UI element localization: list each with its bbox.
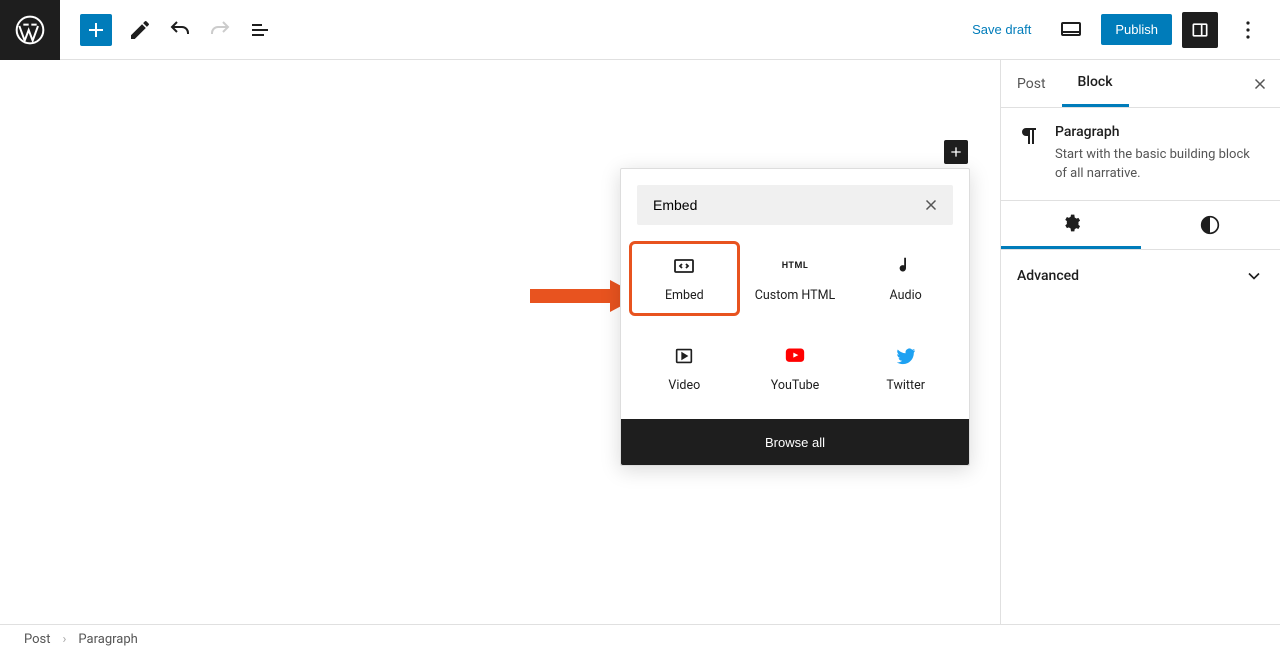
block-option-label: YouTube bbox=[771, 378, 820, 393]
block-option-label: Twitter bbox=[886, 378, 925, 393]
subtab-styles[interactable] bbox=[1141, 201, 1280, 249]
block-option-label: Video bbox=[668, 378, 700, 393]
block-inserter-popover: Embed HTML Custom HTML Audio Vide bbox=[620, 168, 970, 466]
breadcrumb-current[interactable]: Paragraph bbox=[78, 632, 137, 647]
block-results-grid: Embed HTML Custom HTML Audio Vide bbox=[621, 241, 969, 419]
plus-icon bbox=[948, 144, 964, 160]
kebab-icon bbox=[1236, 18, 1260, 42]
toolbar-left bbox=[60, 10, 280, 50]
block-description: Start with the basic building block of a… bbox=[1055, 146, 1264, 184]
pencil-icon bbox=[128, 18, 152, 42]
redo-button[interactable] bbox=[200, 10, 240, 50]
toolbar-right: Save draft Publish bbox=[962, 10, 1280, 50]
gear-icon bbox=[1061, 213, 1081, 233]
publish-button[interactable]: Publish bbox=[1101, 14, 1172, 45]
more-options-button[interactable] bbox=[1228, 10, 1268, 50]
document-overview-button[interactable] bbox=[240, 10, 280, 50]
accordion-label: Advanced bbox=[1017, 268, 1079, 284]
block-title: Paragraph bbox=[1055, 124, 1264, 140]
block-search-row bbox=[637, 185, 953, 225]
breadcrumb-root[interactable]: Post bbox=[24, 632, 51, 647]
paragraph-icon bbox=[1017, 124, 1041, 148]
block-option-embed[interactable]: Embed bbox=[629, 241, 740, 316]
breadcrumb-separator: › bbox=[63, 632, 67, 647]
sidebar-panel-icon bbox=[1190, 20, 1210, 40]
contrast-icon bbox=[1200, 215, 1220, 235]
audio-icon bbox=[894, 254, 918, 278]
chevron-down-icon bbox=[1244, 266, 1264, 286]
block-option-video[interactable]: Video bbox=[629, 334, 740, 403]
settings-toggle-button[interactable] bbox=[1182, 12, 1218, 48]
block-subtabs bbox=[1001, 201, 1280, 250]
twitter-icon bbox=[894, 344, 918, 368]
block-option-twitter[interactable]: Twitter bbox=[850, 334, 961, 403]
tab-block[interactable]: Block bbox=[1062, 60, 1129, 107]
redo-icon bbox=[208, 18, 232, 42]
close-icon bbox=[922, 196, 940, 214]
save-draft-button[interactable]: Save draft bbox=[962, 16, 1041, 43]
block-search-input[interactable] bbox=[653, 197, 917, 213]
close-icon bbox=[1251, 75, 1269, 93]
embed-icon bbox=[672, 254, 696, 278]
sidebar-tabs: Post Block bbox=[1001, 60, 1280, 108]
top-toolbar: Save draft Publish bbox=[0, 0, 1280, 60]
settings-sidebar: Post Block Paragraph Start with the basi… bbox=[1000, 60, 1280, 624]
undo-button[interactable] bbox=[160, 10, 200, 50]
breadcrumb: Post › Paragraph bbox=[0, 624, 1280, 654]
tab-post[interactable]: Post bbox=[1001, 60, 1062, 107]
tools-button[interactable] bbox=[120, 10, 160, 50]
block-option-label: Audio bbox=[890, 288, 922, 303]
browse-all-button[interactable]: Browse all bbox=[621, 419, 969, 465]
undo-icon bbox=[168, 18, 192, 42]
add-block-button[interactable] bbox=[80, 14, 112, 46]
close-sidebar-button[interactable] bbox=[1240, 60, 1280, 107]
block-option-label: Custom HTML bbox=[755, 288, 835, 303]
plus-icon bbox=[84, 18, 108, 42]
desktop-icon bbox=[1059, 18, 1083, 42]
block-option-custom-html[interactable]: HTML Custom HTML bbox=[740, 241, 851, 316]
block-info-section: Paragraph Start with the basic building … bbox=[1001, 108, 1280, 201]
block-option-label: Embed bbox=[665, 288, 704, 303]
block-option-youtube[interactable]: YouTube bbox=[740, 334, 851, 403]
wordpress-logo[interactable] bbox=[0, 0, 60, 60]
wordpress-icon bbox=[14, 14, 46, 46]
block-option-audio[interactable]: Audio bbox=[850, 241, 961, 316]
youtube-icon bbox=[783, 344, 807, 368]
list-view-icon bbox=[248, 18, 272, 42]
clear-search-button[interactable] bbox=[917, 191, 945, 219]
preview-button[interactable] bbox=[1051, 10, 1091, 50]
video-icon bbox=[672, 344, 696, 368]
inline-add-block-button[interactable] bbox=[944, 140, 968, 164]
advanced-accordion[interactable]: Advanced bbox=[1001, 250, 1280, 302]
subtab-settings[interactable] bbox=[1001, 201, 1141, 249]
html-icon: HTML bbox=[783, 254, 807, 278]
editor-canvas[interactable]: Embed HTML Custom HTML Audio Vide bbox=[0, 60, 1000, 624]
